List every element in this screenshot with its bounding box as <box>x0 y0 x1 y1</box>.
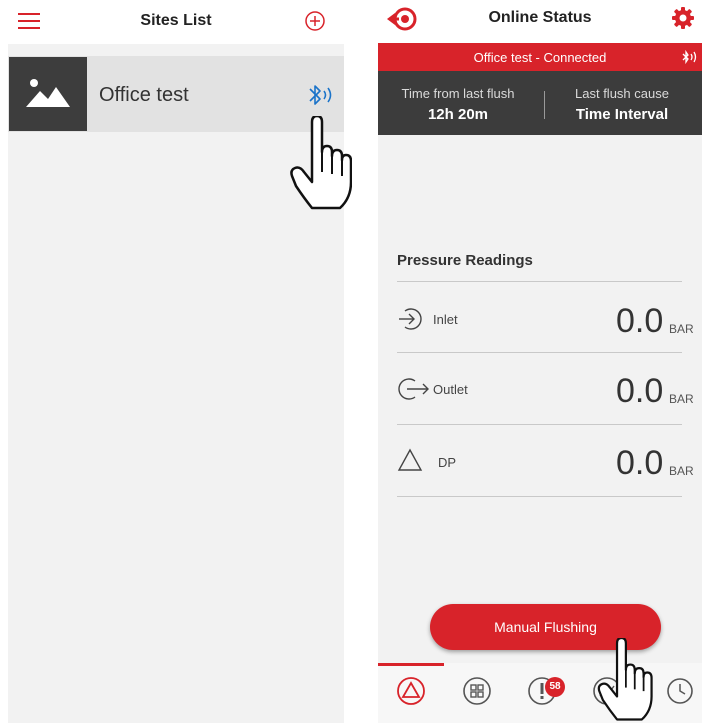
time-from-flush-value: 12h 20m <box>427 106 489 123</box>
divider <box>397 281 682 282</box>
online-status-header: Online Status <box>378 0 702 43</box>
hand-pointer-icon <box>290 116 352 210</box>
alerts-badge: 58 <box>545 677 565 697</box>
last-flush-cause: Last flush cause Time Interval <box>542 86 702 123</box>
delta-icon <box>397 448 423 471</box>
dashboard-tab-icon[interactable] <box>396 676 426 706</box>
gear-icon[interactable] <box>671 6 695 30</box>
history-tab-icon[interactable] <box>665 676 695 706</box>
online-status-screen: Online Status Office test - Connected Ti… <box>378 0 702 723</box>
flush-info-bar: Time from last flush 12h 20m Last flush … <box>378 71 702 135</box>
dp-value: 0.0 <box>616 444 664 482</box>
image-icon <box>26 79 70 107</box>
divider <box>397 496 682 497</box>
inlet-label: Inlet <box>433 312 458 327</box>
connection-bar: Office test - Connected <box>378 43 702 71</box>
inlet-value: 0.0 <box>616 302 664 340</box>
add-circle-icon[interactable] <box>304 10 326 32</box>
pressure-readings-title: Pressure Readings <box>397 252 533 269</box>
grid-tab-icon[interactable] <box>462 676 492 706</box>
dp-label: DP <box>438 455 457 470</box>
site-name: Office test <box>99 84 189 106</box>
outlet-value: 0.0 <box>616 372 664 410</box>
time-from-flush: Time from last flush 12h 20m <box>378 86 538 123</box>
outlet-unit: BAR <box>669 392 694 406</box>
inlet-unit: BAR <box>669 322 694 336</box>
outlet-icon <box>398 378 429 400</box>
bluetooth-icon <box>682 50 697 64</box>
sites-list-screen: Sites List Office test <box>0 0 352 723</box>
page-title: Online Status <box>488 9 592 26</box>
divider <box>397 424 682 425</box>
sites-list-header: Sites List <box>0 0 352 44</box>
active-tab-indicator <box>378 663 444 666</box>
last-flush-cause-value: Time Interval <box>575 106 669 123</box>
hand-pointer-icon <box>597 638 653 721</box>
divider <box>397 352 682 353</box>
site-thumbnail <box>9 57 87 131</box>
connection-status: Office test - Connected <box>473 50 607 65</box>
dp-unit: BAR <box>669 464 694 478</box>
last-flush-cause-label: Last flush cause <box>575 86 669 101</box>
bluetooth-icon[interactable] <box>306 82 336 108</box>
inlet-icon <box>399 308 422 330</box>
time-from-flush-label: Time from last flush <box>401 86 515 101</box>
outlet-label: Outlet <box>433 382 468 397</box>
page-title: Sites List <box>140 12 212 29</box>
